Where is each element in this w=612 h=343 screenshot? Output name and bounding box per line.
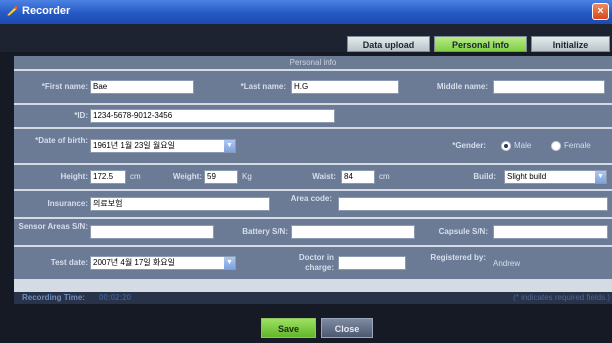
dob-value: 1961년 1월 23일 월요일 [93,141,175,150]
middle-name-field[interactable] [493,80,605,94]
close-window-button[interactable]: × [592,3,609,20]
recording-time-label: Recording Time: [22,293,85,302]
build-select[interactable]: Slight build ▼ [504,170,607,184]
measurement-row: Height: 172.5 cm Weight: 59 Kg Waist: 84… [14,165,612,189]
dob-gender-row: *Date of birth: 1961년 1월 23일 월요일 ▼ *Gend… [14,129,612,163]
middle-name-label: Middle name: [436,82,488,91]
height-field[interactable]: 172.5 [90,170,126,184]
panel-header: Personal info [14,56,612,69]
capsule-field[interactable] [493,225,608,239]
battery-field[interactable] [291,225,415,239]
serial-row: Sensor Areas S/N: Battery S/N: Capsule S… [14,219,612,245]
chevron-down-icon: ▼ [224,257,235,269]
tab-data-upload[interactable]: Data upload [347,36,430,52]
id-field[interactable]: 1234-5678-9012-3456 [90,109,335,123]
registered-by-value: Andrew [493,259,521,268]
last-name-field[interactable]: H.G [291,80,399,94]
insurance-label: Insurance: [47,199,88,208]
recorder-window: Recorder × Data upload Personal info Ini… [0,0,612,343]
test-date-label: Test date: [50,258,88,267]
close-button[interactable]: Close [321,318,373,338]
chevron-down-icon: ▼ [595,171,606,183]
registered-by-label: Registered by: [430,253,486,262]
personal-info-panel: Personal info *First name: Bae *Last nam… [14,56,612,304]
gender-label: *Gender: [452,141,486,150]
waist-field[interactable]: 84 [341,170,375,184]
id-label: *ID: [74,111,88,120]
insurance-row: Insurance: 의료보험 Area code: [14,191,612,217]
last-name-label: *Last name: [240,82,286,91]
area-code-label: Area code: [290,194,332,203]
tab-initialize[interactable]: Initialize [531,36,610,52]
name-row: *First name: Bae *Last name: H.G Middle … [14,71,612,103]
dob-select[interactable]: 1961년 1월 23일 월요일 ▼ [90,139,236,153]
first-name-label: *First name: [41,82,88,91]
build-label: Build: [473,172,496,181]
chevron-down-icon: ▼ [224,140,235,152]
waist-unit: cm [379,172,390,181]
tab-bar: Data upload Personal info Initialize [0,24,612,52]
capsule-label: Capsule S/N: [438,227,488,236]
weight-label: Weight: [172,172,202,181]
tab-personal-info[interactable]: Personal info [434,36,527,52]
weight-unit: Kg [242,172,252,181]
waist-label: Waist: [312,172,336,181]
doctor-field[interactable] [338,256,406,270]
save-button[interactable]: Save [261,318,316,338]
close-icon: × [597,5,604,17]
weight-field[interactable]: 59 [204,170,238,184]
test-date-select[interactable]: 2007년 4월 17일 화요일 ▼ [90,256,236,270]
area-code-field[interactable] [338,197,608,211]
test-row: Test date: 2007년 4월 17일 화요일 ▼ Doctor in … [14,247,612,279]
sensor-area-field[interactable] [90,225,214,239]
battery-label: Battery S/N: [242,227,288,236]
gender-female-label: Female [564,141,591,150]
dob-label: *Date of birth: [35,136,88,145]
sensor-area-label: Sensor Areas S/N: [18,222,88,231]
window-title: Recorder [22,5,71,17]
doctor-label: Doctor in charge: [298,253,334,272]
gender-male-label: Male [514,141,532,150]
recorder-app-icon [6,6,18,17]
required-fields-note: (* indicates required fields.) [513,293,610,302]
height-unit: cm [130,172,141,181]
title-bar: Recorder × [0,0,612,24]
gender-male-radio[interactable] [501,141,511,151]
recording-time-value: 00:02:20 [99,293,132,302]
gender-female-radio[interactable] [551,141,561,151]
id-row: *ID: 1234-5678-9012-3456 [14,105,612,127]
build-value: Slight build [507,172,547,181]
insurance-field[interactable]: 의료보험 [90,197,270,211]
status-strip: Recording Time: 00:02:20 (* indicates re… [14,292,612,304]
height-label: Height: [60,172,88,181]
first-name-field[interactable]: Bae [90,80,194,94]
test-date-value: 2007년 4월 17일 화요일 [93,258,175,267]
